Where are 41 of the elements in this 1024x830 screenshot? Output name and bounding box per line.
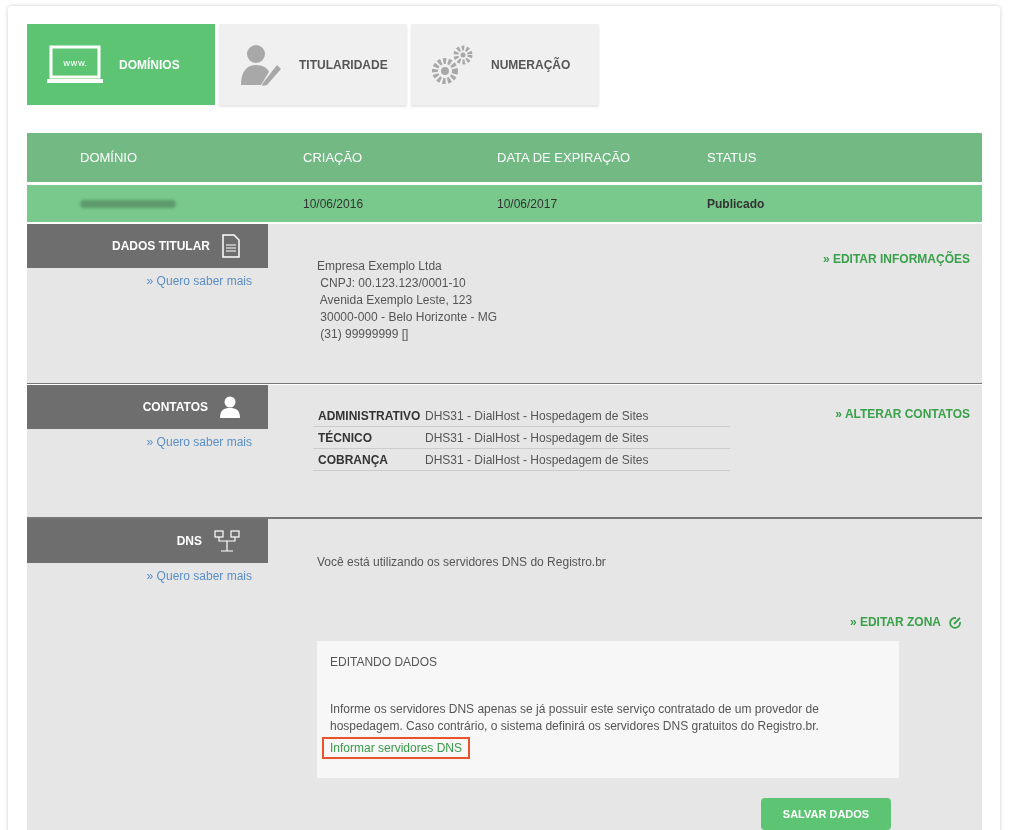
section-title: DNS [176,533,202,550]
panel-title: EDITANDO DADOS [330,654,439,671]
dns-status-text: Você está utilizando os servidores DNS do Registro.br [317,554,607,571]
network-icon [214,530,240,552]
action-link[interactable]: » EDITAR INFORMAÇÕES [822,250,970,268]
tab[interactable]: www. DOMÍNIOS [27,24,215,105]
edit-icon [949,615,962,629]
contact-value: DHS31 - DialHost - Hospedagem de Sites [425,407,649,425]
tab[interactable]: TITULARIDADE [219,24,407,105]
gears-icon [431,43,475,86]
learn-more-link[interactable]: » Quero saber mais [146,567,252,585]
contact-role: ADMINISTRATIVO [317,407,422,425]
learn-more-link[interactable]: » Quero saber mais [146,272,252,290]
column-header: STATUS [707,148,757,167]
person-icon [220,396,240,418]
panel-text: Informe os servidores DNS apenas se já possuir este serviço contratado de um provedor de hospedagem. Caso contrário, o sistema definirá os servidores DNS gratuitos do Registro.br. [330,701,820,735]
tab[interactable]: NUMERAÇÃO [411,24,599,105]
holder-info-line: Avenida Exemplo Leste, 123 [318,292,474,309]
table-cell-text: 10/06/2017 [497,195,559,213]
column-header: DATA DE EXPIRAÇÃO [497,148,632,167]
learn-more-link[interactable]: » Quero saber mais [146,433,252,451]
holder-info-line: Empresa Exemplo Ltda [317,258,443,275]
save-button[interactable]: SALVAR DADOS [761,798,891,830]
action-link[interactable]: » EDITAR ZONA [849,613,941,631]
table-cell-text: Publicado [707,195,765,213]
contact-role: TÉCNICO [317,429,373,447]
contact-role: COBRANÇA [317,451,389,469]
section-title: DADOS TITULAR [112,238,210,255]
holder-info-line: (31) 99999999 [] [319,326,410,343]
column-header: CRIAÇÃO [303,148,364,167]
contact-value: DHS31 - DialHost - Hospedagem de Sites [425,429,649,447]
table-cell-text: 10/06/2016 [303,195,365,213]
document-icon [222,234,240,258]
column-header: DOMÍNIO [79,148,139,167]
action-link[interactable]: » ALTERAR CONTATOS [835,405,970,423]
person-pencil-icon [239,42,283,87]
holder-info-line: 30000-000 - Belo Horizonte - MG [319,309,498,326]
dns-link[interactable]: Informar servidores DNS [322,737,471,759]
holder-info-line: CNPJ: 00.123.123/0001-10 [319,275,467,292]
section-title: CONTATOS [142,399,208,416]
contact-value: DHS31 - DialHost - Hospedagem de Sites [425,451,649,469]
